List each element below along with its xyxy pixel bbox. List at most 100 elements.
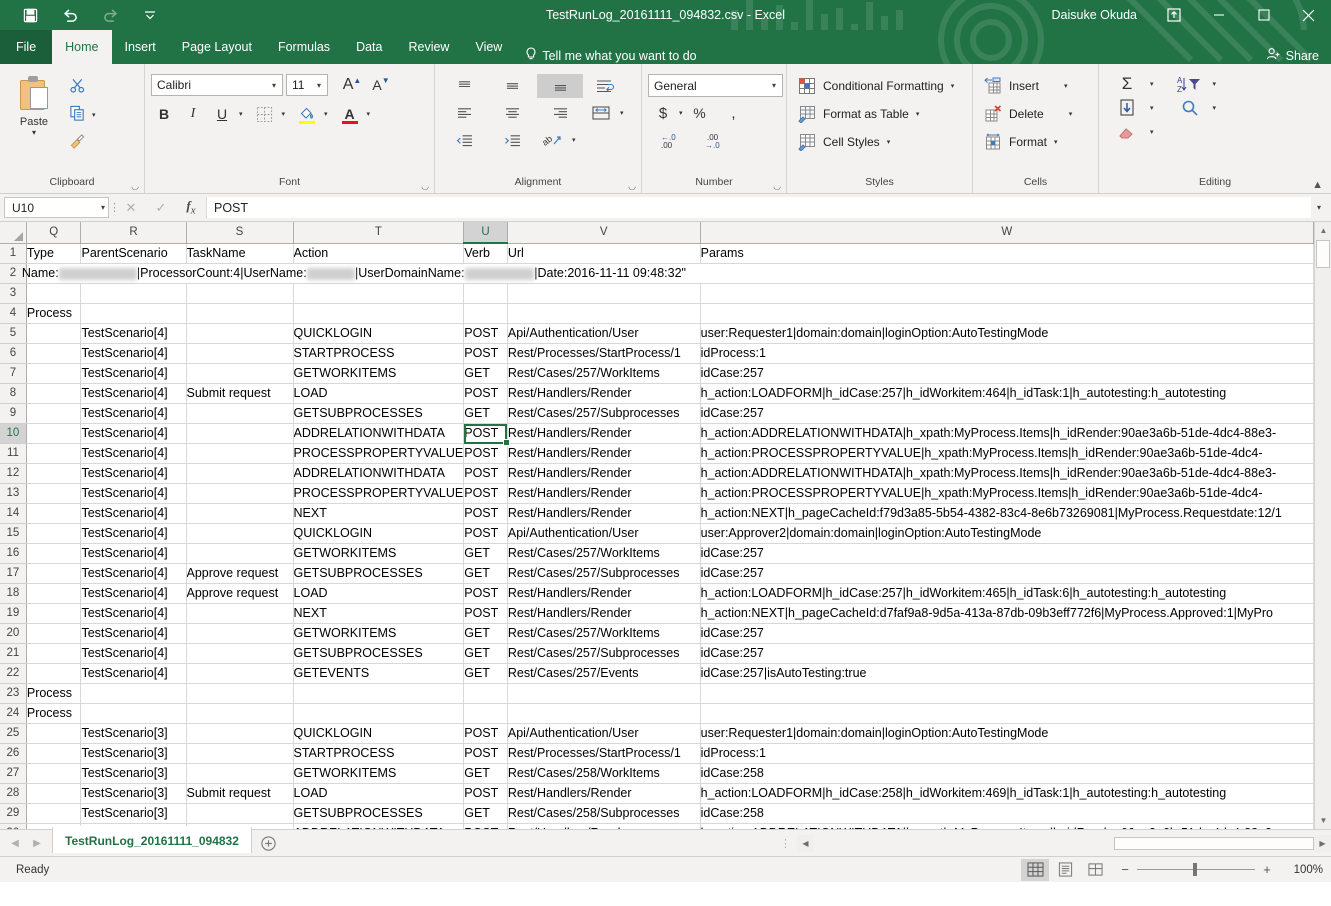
cell-U13[interactable]: POST [463, 483, 508, 504]
horizontal-scroll-area[interactable]: ⋮ ◀ ▶ [774, 830, 1331, 856]
cell-W7[interactable]: idCase:257 [700, 363, 1314, 384]
cell-S13[interactable] [186, 483, 294, 504]
cell-U24[interactable] [463, 703, 508, 724]
conditional-formatting-button[interactable]: Conditional Formatting ▾ [791, 72, 960, 100]
minimize-icon[interactable] [1196, 0, 1241, 30]
quick-access-toolbar[interactable] [0, 0, 170, 30]
cell-S20[interactable] [186, 623, 294, 644]
cell-U21[interactable]: GET [463, 643, 508, 664]
cell-Q8[interactable] [26, 383, 82, 404]
cell-T15[interactable]: QUICKLOGIN [293, 523, 465, 544]
row-header-3[interactable]: 3 [0, 283, 27, 304]
cell-Q3[interactable] [26, 283, 82, 304]
cell-W30[interactable]: h_action:ADDRELATIONWITHDATA|h_xpath:MyP… [700, 823, 1314, 829]
cell-R21[interactable]: TestScenario[4] [80, 643, 187, 664]
cell-W1[interactable]: Params [700, 243, 1314, 264]
find-select-caret-icon[interactable]: ▾ [1212, 104, 1217, 112]
cell-Q27[interactable] [26, 763, 82, 784]
cell-Q20[interactable] [26, 623, 82, 644]
clear-caret-icon[interactable]: ▾ [1149, 128, 1154, 136]
cell-V7[interactable]: Rest/Cases/257/WorkItems [507, 363, 701, 384]
cell-V16[interactable]: Rest/Cases/257/WorkItems [507, 543, 701, 564]
table-row[interactable]: 1 Type ParentScenario TaskName Action Ve… [0, 243, 1314, 264]
underline-button[interactable]: U [209, 102, 235, 126]
decrease-indent-button[interactable] [441, 128, 487, 152]
normal-view-button[interactable] [1021, 858, 1049, 881]
cell-T8[interactable]: LOAD [293, 383, 465, 404]
table-row[interactable]: 7 TestScenario[4] GETWORKITEMS GET Rest/Case… [0, 363, 1314, 384]
fill-button[interactable] [1107, 96, 1147, 120]
confirm-edit-icon[interactable]: ✓ [146, 200, 176, 216]
format-painter-button[interactable] [63, 130, 96, 156]
cell-R28[interactable]: TestScenario[3] [80, 783, 187, 804]
cell-Q5[interactable] [26, 323, 82, 344]
column-header-S[interactable]: S [186, 222, 294, 244]
percent-format-button[interactable]: % [683, 101, 717, 125]
cell-T14[interactable]: NEXT [293, 503, 465, 524]
cell-V6[interactable]: Rest/Processes/StartProcess/1 [507, 343, 701, 364]
cell-T18[interactable]: LOAD [293, 583, 465, 604]
cell-R17[interactable]: TestScenario[4] [80, 563, 187, 584]
tab-home[interactable]: Home [52, 30, 112, 64]
cell-R23[interactable] [80, 683, 187, 704]
cell-T17[interactable]: GETSUBPROCESSES [293, 563, 465, 584]
row-header-17[interactable]: 17 [0, 563, 27, 584]
row-header-9[interactable]: 9 [0, 403, 27, 424]
cell-R5[interactable]: TestScenario[4] [80, 323, 187, 344]
table-row[interactable]: 27 TestScenario[3] GETWORKITEMS GET Rest/Cas… [0, 763, 1314, 784]
table-row[interactable]: 14 TestScenario[4] NEXT POST Rest/Handlers/R… [0, 503, 1314, 524]
copy-button[interactable]: ▾ [63, 102, 96, 128]
format-cells-caret-icon[interactable]: ▾ [1053, 138, 1058, 146]
cell-S7[interactable] [186, 363, 294, 384]
cell-S4[interactable] [186, 303, 294, 324]
clear-button[interactable] [1107, 120, 1147, 144]
cell-Q10[interactable] [26, 423, 82, 444]
cell-U15[interactable]: POST [463, 523, 508, 544]
row-header-20[interactable]: 20 [0, 623, 27, 644]
cell-Q22[interactable] [26, 663, 82, 684]
cell-R15[interactable]: TestScenario[4] [80, 523, 187, 544]
zoom-control[interactable]: − + [1111, 862, 1281, 877]
prev-sheet-icon[interactable]: ◀ [4, 838, 26, 849]
cell-Q15[interactable] [26, 523, 82, 544]
cell-Q26[interactable] [26, 743, 82, 764]
cell-W23[interactable] [700, 683, 1314, 704]
cell-U27[interactable]: GET [463, 763, 508, 784]
cell-V26[interactable]: Rest/Processes/StartProcess/1 [507, 743, 701, 764]
fill-caret-icon[interactable]: ▾ [1149, 104, 1154, 112]
account-name[interactable]: Daisuke Okuda [1052, 8, 1151, 22]
row-header-21[interactable]: 21 [0, 643, 27, 664]
cell-U17[interactable]: GET [463, 563, 508, 584]
cell-Q14[interactable] [26, 503, 82, 524]
cell-R14[interactable]: TestScenario[4] [80, 503, 187, 524]
cell-Q16[interactable] [26, 543, 82, 564]
decrease-font-size-button[interactable]: A ▼ [368, 73, 394, 97]
table-row[interactable]: 26 TestScenario[3] STARTPROCESS POST Rest/Pr… [0, 743, 1314, 764]
cell-S1[interactable]: TaskName [186, 243, 294, 264]
cell-S16[interactable] [186, 543, 294, 564]
cell-T16[interactable]: GETWORKITEMS [293, 543, 465, 564]
row-header-10[interactable]: 10 [0, 423, 27, 444]
cell-V12[interactable]: Rest/Handlers/Render [507, 463, 701, 484]
cell-W24[interactable] [700, 703, 1314, 724]
cell-Q29[interactable] [26, 803, 82, 824]
cut-button[interactable] [63, 74, 96, 100]
cell-R19[interactable]: TestScenario[4] [80, 603, 187, 624]
table-row[interactable]: 3 [0, 283, 1314, 304]
table-row[interactable]: 2 Name:WP-DAISUKEO|ProcessorCount:4|User… [0, 263, 1314, 284]
cell-V15[interactable]: Api/Authentication/User [507, 523, 701, 544]
cell-U3[interactable] [463, 283, 508, 304]
cell-styles-button[interactable]: Cell Styles ▾ [791, 128, 960, 156]
cell-R8[interactable]: TestScenario[4] [80, 383, 187, 404]
column-header-T[interactable]: T [293, 222, 465, 244]
cell-S29[interactable] [186, 803, 294, 824]
zoom-out-button[interactable]: − [1119, 862, 1131, 877]
row-header-18[interactable]: 18 [0, 583, 27, 604]
cell-S28[interactable]: Submit request [186, 783, 294, 804]
table-row[interactable]: 24 Process [0, 703, 1314, 724]
undo-icon[interactable] [50, 0, 90, 30]
row-header-27[interactable]: 27 [0, 763, 27, 784]
table-row[interactable]: 17 TestScenario[4] Approve request GETSUBPR… [0, 563, 1314, 584]
cell-S6[interactable] [186, 343, 294, 364]
table-row[interactable]: 18 TestScenario[4] Approve request LOAD POST… [0, 583, 1314, 604]
